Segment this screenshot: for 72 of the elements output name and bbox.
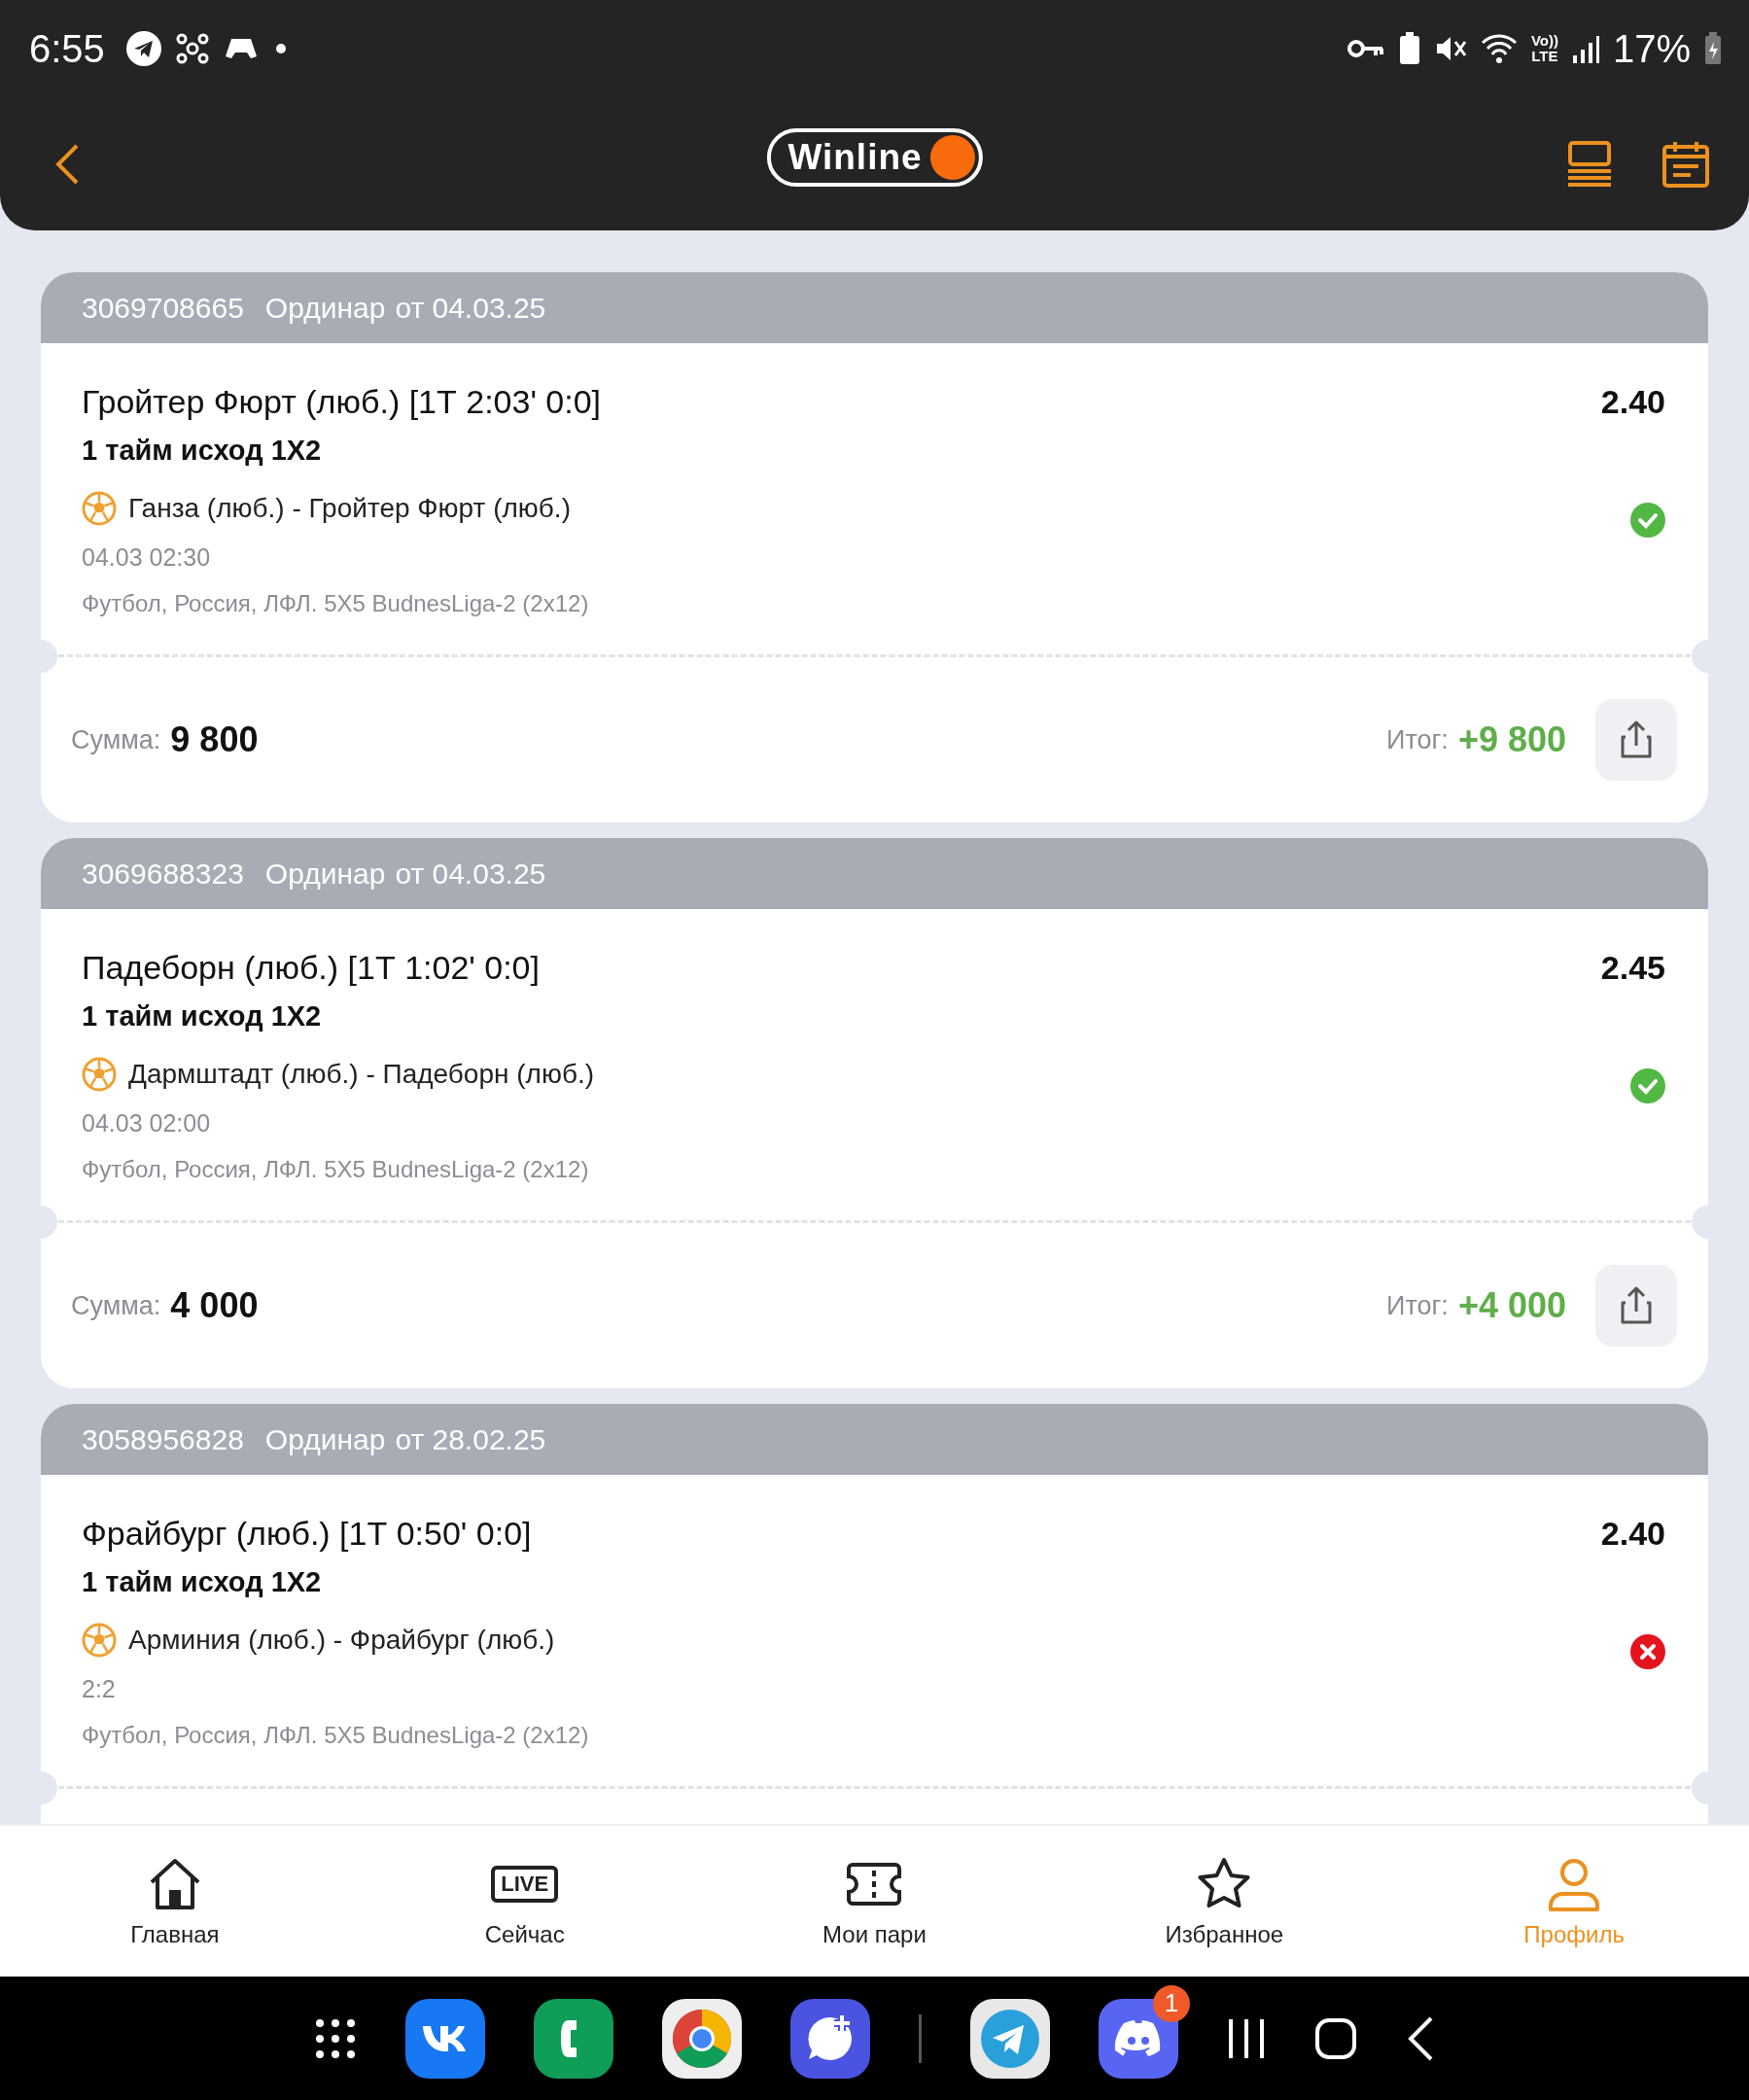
battery-percent: 17% [1612, 26, 1691, 71]
sum-label: Сумма: [71, 1290, 161, 1321]
list-view-icon[interactable] [1566, 139, 1613, 187]
odds: 2.40 [1600, 1514, 1665, 1554]
app-icon[interactable] [405, 1998, 485, 2079]
sum-value: 9 800 [170, 719, 259, 760]
battery-saver-icon [1398, 32, 1420, 65]
bet-date: от 04.03.25 [395, 857, 546, 891]
network-nodes-icon [174, 31, 210, 66]
bet-number: 3069688323 [82, 857, 244, 891]
back-icon[interactable] [1406, 2014, 1435, 2062]
event-title: Падеборн (люб.) [1Т 1:02' 0:0] [82, 948, 541, 988]
wifi-icon [1480, 33, 1518, 64]
league-name: Футбол, Россия, ЛФЛ. 5X5 BudnesLiga-2 (2x12) [82, 1155, 590, 1184]
back-icon[interactable] [53, 142, 81, 186]
notification-badge: 1 [1153, 1984, 1190, 2022]
app-icon[interactable] [662, 1998, 742, 2079]
sum-label: Сумма: [71, 724, 161, 755]
share-icon [1619, 720, 1654, 759]
total-value: +4 000 [1457, 1285, 1566, 1326]
app-icon[interactable] [970, 1998, 1050, 2079]
bet-number: 3058956828 [82, 1422, 244, 1456]
clock: 6:55 [29, 26, 105, 71]
share-button[interactable] [1595, 1265, 1677, 1347]
app-icon[interactable] [534, 1998, 613, 2079]
key-icon [1346, 37, 1385, 60]
share-button[interactable] [1595, 699, 1677, 781]
battery-icon [1704, 32, 1722, 65]
ball-icon [82, 1623, 117, 1658]
app-grid-icon[interactable] [314, 2016, 357, 2060]
sum-value: 4 000 [170, 1285, 259, 1326]
nav-tab[interactable]: Избранное [1049, 1826, 1400, 1977]
bet-date: от 04.03.25 [395, 291, 546, 325]
market-name: 1 тайм исход 1X2 [82, 1565, 323, 1599]
bet-number: 3069708665 [82, 291, 244, 325]
match-info: 2:2 [82, 1674, 117, 1704]
home-button-icon[interactable] [1314, 2016, 1357, 2060]
match-info: 04.03 02:00 [82, 1108, 212, 1138]
signal-icon [1571, 34, 1599, 63]
ball-icon [82, 1057, 117, 1092]
recent-apps-icon[interactable] [1227, 2016, 1266, 2060]
bet-type: Ординар [264, 1422, 386, 1456]
match-teams: Дармштадт (люб.) - Падеборн (люб.) [128, 1058, 595, 1091]
league-name: Футбол, Россия, ЛФЛ. 5X5 BudnesLiga-2 (2x12) [82, 589, 590, 618]
nav-tab[interactable]: LIVE Сейчас [349, 1826, 700, 1977]
odds: 2.45 [1600, 948, 1665, 988]
live-icon: LIVE [491, 1865, 559, 1903]
calendar-icon[interactable] [1662, 139, 1710, 189]
total-label: Итог: [1386, 1290, 1449, 1321]
logo: Winline [766, 128, 983, 187]
bet-type: Ординар [264, 291, 386, 325]
market-name: 1 тайм исход 1X2 [82, 999, 323, 1033]
nav-tab[interactable]: Мои пари [699, 1826, 1050, 1977]
match-info: 04.03 02:30 [82, 542, 212, 573]
odds: 2.40 [1600, 382, 1665, 422]
total-value: +9 800 [1457, 719, 1566, 760]
match-teams: Ганза (люб.) - Гройтер Фюрт (люб.) [128, 492, 571, 525]
bet-type: Ординар [264, 857, 386, 891]
paper-plane-icon [125, 31, 161, 66]
league-name: Футбол, Россия, ЛФЛ. 5X5 BudnesLiga-2 (2x12) [82, 1721, 590, 1750]
network-type: Vo)) LTE [1530, 33, 1558, 64]
market-name: 1 тайм исход 1X2 [82, 434, 323, 468]
nav-tab[interactable]: Главная [0, 1826, 350, 1977]
notification-dot-icon [275, 44, 286, 53]
share-icon [1619, 1286, 1654, 1325]
bet-date: от 28.02.25 [395, 1422, 546, 1456]
ball-icon [82, 491, 117, 526]
event-title: Гройтер Фюрт (люб.) [1Т 2:03' 0:0] [82, 382, 603, 422]
event-title: Фрайбург (люб.) [1Т 0:50' 0:0] [82, 1514, 533, 1554]
app-icon[interactable] [790, 1998, 870, 2079]
total-label: Итог: [1386, 724, 1449, 755]
match-teams: Арминия (люб.) - Фрайбург (люб.) [128, 1624, 555, 1657]
